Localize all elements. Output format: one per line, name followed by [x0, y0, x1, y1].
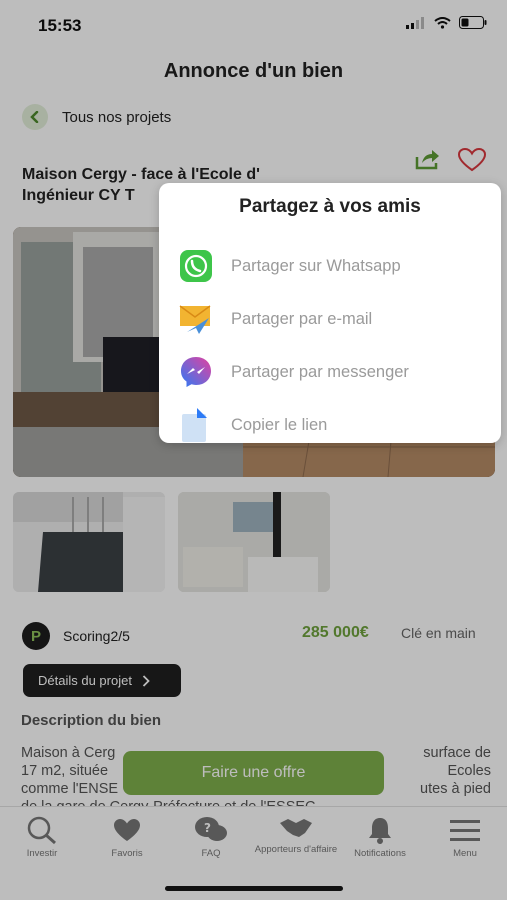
- email-icon: [179, 305, 211, 334]
- share-popup: Partagez à vos amis Partager sur Whatsap…: [159, 183, 501, 443]
- copy-link-icon: [182, 408, 207, 442]
- share-option-copy-link[interactable]: Copier le lien: [179, 408, 327, 442]
- share-option-label: Partager par messenger: [231, 362, 409, 381]
- share-option-messenger[interactable]: Partager par messenger: [179, 355, 409, 389]
- share-option-email[interactable]: Partager par e-mail: [179, 302, 372, 336]
- share-option-label: Partager par e-mail: [231, 309, 373, 328]
- whatsapp-icon: [180, 250, 212, 282]
- share-option-whatsapp[interactable]: Partager sur Whatsapp: [179, 249, 401, 283]
- messenger-icon: [181, 357, 211, 387]
- share-option-label: Copier le lien: [231, 415, 328, 434]
- home-indicator: [165, 886, 343, 891]
- share-popup-title: Partagez à vos amis: [239, 196, 421, 217]
- modal-backdrop[interactable]: [0, 0, 507, 900]
- share-option-label: Partager sur Whatsapp: [231, 256, 401, 275]
